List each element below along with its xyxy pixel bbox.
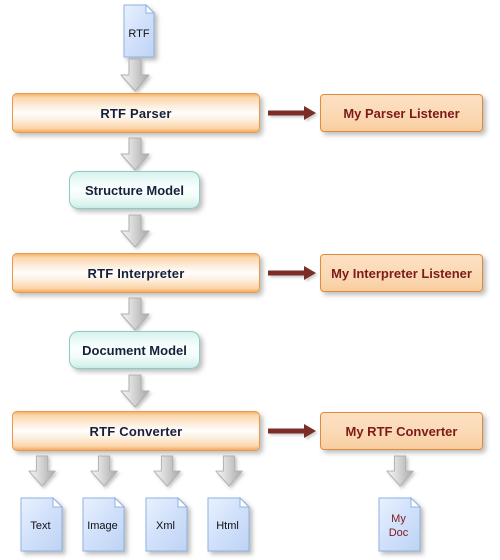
document-icon-xml[interactable]: Xml (144, 496, 192, 554)
document-icon-image[interactable]: Image (81, 496, 129, 554)
document-icon-my-doc[interactable]: My Doc (377, 496, 425, 554)
user-box-my-rtf-converter[interactable]: My RTF Converter (320, 412, 483, 450)
down-arrow-document-model-to-converter (119, 374, 153, 410)
down-arrow-output-image (89, 455, 121, 489)
process-box-rtf-parser-label: RTF Parser (100, 105, 172, 121)
document-icon-html[interactable]: Html (206, 496, 254, 554)
user-box-my-interpreter-listener[interactable]: My Interpreter Listener (320, 254, 483, 292)
process-box-rtf-converter-label: RTF Converter (89, 423, 183, 439)
down-arrow-structure-model-to-interpreter (119, 214, 153, 250)
model-box-structure-model[interactable]: Structure Model (69, 171, 200, 209)
user-box-my-rtf-converter-label: My RTF Converter (345, 423, 458, 439)
down-arrow-interpreter-to-document-model (119, 297, 153, 333)
process-box-rtf-interpreter[interactable]: RTF Interpreter (12, 253, 260, 293)
process-box-rtf-interpreter-label: RTF Interpreter (87, 265, 185, 281)
document-icon-rtf[interactable]: RTF (113, 3, 159, 60)
user-box-my-parser-listener-label: My Parser Listener (343, 105, 460, 121)
down-arrow-output-html (214, 455, 246, 489)
down-arrow-output-text (27, 455, 59, 489)
side-arrow-converter-to-my-converter (268, 422, 320, 440)
side-arrow-parser-to-listener (268, 104, 320, 122)
down-arrow-output-xml (152, 455, 184, 489)
rtf-pipeline-diagram: RTF RTF Parser My Parser Listener Struct… (0, 0, 500, 560)
user-box-my-parser-listener[interactable]: My Parser Listener (320, 94, 483, 132)
model-box-document-model-label: Document Model (82, 342, 187, 358)
process-box-rtf-parser[interactable]: RTF Parser (12, 93, 260, 133)
model-box-document-model[interactable]: Document Model (69, 331, 200, 369)
side-arrow-interpreter-to-listener (268, 264, 320, 282)
down-arrow-output-my-doc (385, 455, 417, 489)
down-arrow-rtf-to-parser (119, 58, 153, 94)
model-box-structure-model-label: Structure Model (85, 182, 184, 198)
document-icon-text[interactable]: Text (19, 496, 67, 554)
down-arrow-parser-to-structure-model (119, 137, 153, 173)
process-box-rtf-converter[interactable]: RTF Converter (12, 411, 260, 451)
user-box-my-interpreter-listener-label: My Interpreter Listener (331, 265, 472, 281)
